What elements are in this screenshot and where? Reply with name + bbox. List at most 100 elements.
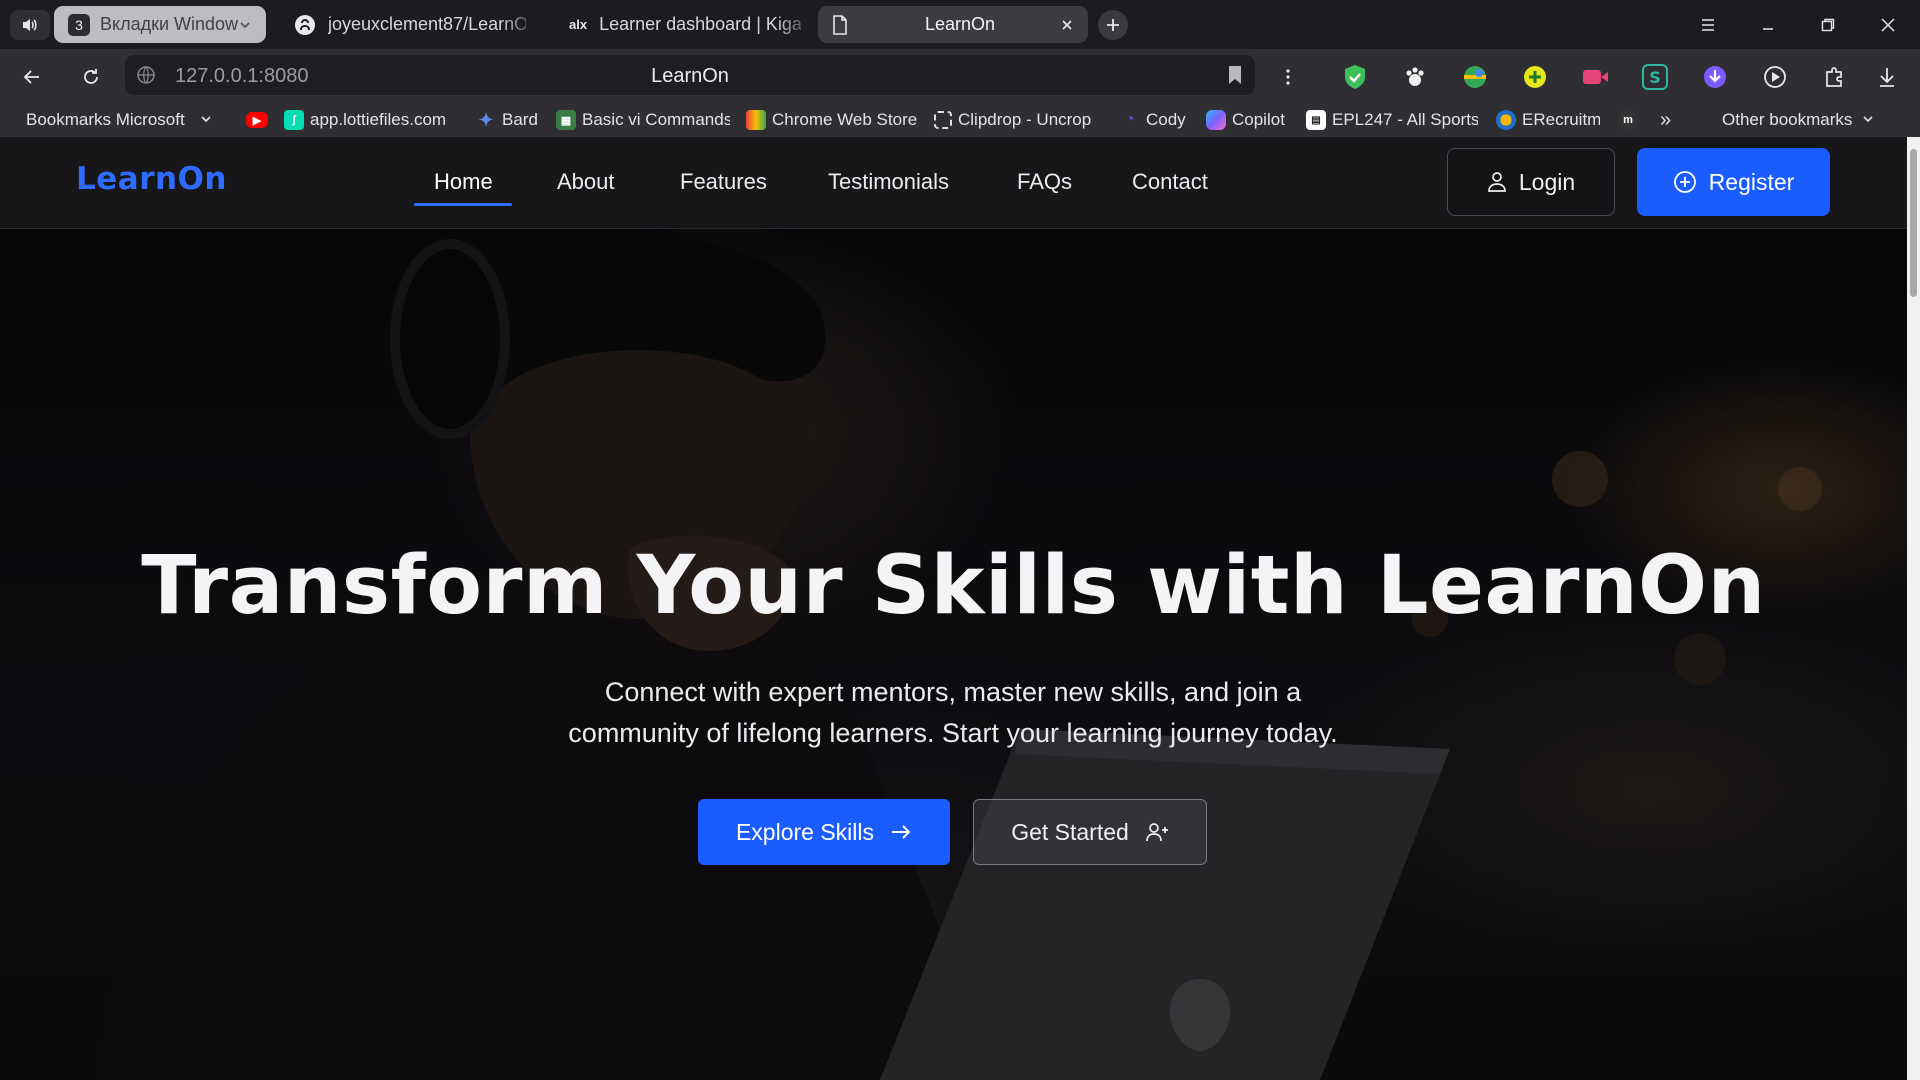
media-extension[interactable] — [1759, 61, 1791, 93]
other-bookmarks-folder[interactable]: Other bookmarks — [1722, 108, 1890, 132]
explore-skills-button[interactable]: Explore Skills — [698, 799, 950, 865]
bookmark-webstore[interactable]: Chrome Web Store — [746, 108, 918, 132]
arrow-right-icon — [892, 825, 911, 839]
more-options-button[interactable] — [1272, 61, 1304, 93]
epl-icon: ▤ — [1306, 110, 1326, 130]
list-icon — [1702, 19, 1714, 31]
video-record-icon — [1583, 70, 1608, 84]
tab-github-label: joyeuxclement87/LearnOn — [328, 14, 526, 34]
download-icon — [1880, 68, 1894, 87]
bookmark-clipdrop[interactable]: Clipdrop - Uncrop — [934, 108, 1104, 132]
browser-toolbar: 127.0.0.1:8080 LearnOn S — [0, 49, 1920, 103]
bookmark-label: ERecruitment — [1522, 110, 1600, 129]
cody-icon: ◔ — [1125, 111, 1135, 128]
clipdrop-icon — [934, 111, 952, 129]
bookmark-erecruitment[interactable]: ERecruitment — [1496, 108, 1600, 132]
bookmark-lottiefiles[interactable]: ∫ app.lottiefiles.com — [284, 108, 460, 132]
svg-text:S: S — [1649, 68, 1661, 87]
tab-audio-button[interactable] — [10, 10, 50, 40]
restore-button[interactable] — [1808, 10, 1848, 40]
shield-extension[interactable] — [1339, 61, 1371, 93]
nav-about[interactable]: About — [557, 169, 615, 195]
new-tab-button[interactable] — [1098, 10, 1128, 40]
m-icon: m — [1618, 110, 1638, 130]
s-extension[interactable]: S — [1639, 61, 1671, 93]
bookmarks-bar: Bookmarks Microsoft ▶ ∫ app.lottiefiles.… — [0, 103, 1920, 137]
close-icon — [1881, 18, 1895, 32]
github-icon — [294, 14, 316, 36]
extensions-button[interactable] — [1819, 61, 1851, 93]
bookmark-label: Bard — [502, 110, 538, 129]
bookmark-icon[interactable] — [1227, 65, 1243, 90]
get-started-label: Get Started — [1011, 818, 1129, 845]
restore-icon — [1821, 18, 1835, 32]
site-logo[interactable]: LearnOn — [76, 161, 227, 197]
copilot-icon — [1206, 110, 1226, 130]
puzzle-icon — [1826, 67, 1842, 87]
nav-features[interactable]: Features — [680, 169, 767, 195]
web-page: LearnOn Home About Features Testimonials… — [0, 137, 1907, 1080]
youtube-icon: ▶ — [246, 112, 268, 128]
nav-contact[interactable]: Contact — [1132, 169, 1208, 195]
plus-circle-icon — [1673, 171, 1696, 193]
register-label: Register — [1708, 168, 1795, 195]
arrow-left-icon — [23, 70, 39, 84]
reload-icon — [84, 69, 98, 84]
plus-circle-extension[interactable] — [1519, 61, 1551, 93]
login-label: Login — [1518, 168, 1576, 195]
nav-active-indicator — [414, 203, 512, 206]
tab-alx-label: Learner dashboard | Kigali — [599, 14, 801, 34]
minimize-button[interactable] — [1748, 10, 1788, 40]
kebab-menu-icon — [1286, 69, 1290, 85]
download-arrow-icon — [1704, 66, 1726, 88]
page-scrollbar[interactable] — [1907, 137, 1920, 1080]
paw-extension[interactable] — [1399, 61, 1431, 93]
nav-home[interactable]: Home — [434, 169, 493, 195]
bookmark-epl247[interactable]: ▤ EPL247 - All Sports — [1306, 108, 1478, 132]
download-helper-extension[interactable] — [1699, 61, 1731, 93]
get-started-button[interactable]: Get Started — [973, 799, 1207, 865]
tab-alx[interactable]: alx Learner dashboard | Kigali — [555, 6, 815, 43]
register-button[interactable]: Register — [1637, 148, 1830, 216]
user-plus-icon — [1145, 823, 1168, 842]
bookmark-copilot[interactable]: Copilot — [1206, 108, 1292, 132]
url-text: 127.0.0.1:8080 — [175, 65, 309, 87]
hero-section: Transform Your Skills with LearnOn Conne… — [0, 229, 1907, 1080]
chevron-down-icon — [1862, 110, 1874, 130]
bookmark-vi-commands[interactable]: ▦ Basic vi Commands — [556, 108, 730, 132]
bookmark-label: EPL247 - All Sports — [1332, 110, 1478, 129]
bookmark-cody[interactable]: ◔ Cody — [1120, 108, 1192, 132]
bookmark-label: Cody — [1146, 110, 1186, 129]
bookmark-bard[interactable]: ✦ Bard — [476, 108, 548, 132]
reload-button[interactable] — [75, 61, 107, 93]
nav-testimonials[interactable]: Testimonials — [828, 169, 949, 195]
bookmark-m[interactable]: m — [1618, 108, 1642, 132]
tab-search-button[interactable] — [1688, 10, 1728, 40]
close-tab-icon[interactable] — [1060, 18, 1074, 32]
hero-subtitle: Connect with expert mentors, master new … — [568, 677, 1338, 748]
tab-strip: 3 Вкладки Window joyeuxclement87/LearnOn… — [0, 0, 1920, 49]
site-info-icon[interactable] — [135, 64, 157, 86]
bookmark-folder-microsoft[interactable]: Bookmarks Microsoft — [26, 108, 221, 132]
tab-learnon[interactable]: LearnOn — [818, 6, 1088, 43]
nav-faqs[interactable]: FAQs — [1017, 169, 1072, 195]
bookmarks-overflow-button[interactable]: » — [1660, 108, 1680, 132]
back-button[interactable] — [16, 61, 48, 93]
bookmark-label: Basic vi Commands — [582, 110, 730, 129]
address-bar[interactable]: 127.0.0.1:8080 LearnOn — [125, 55, 1255, 95]
tab-github[interactable]: joyeuxclement87/LearnOn — [280, 6, 540, 43]
speaker-icon — [23, 19, 37, 31]
explore-skills-label: Explore Skills — [735, 818, 875, 845]
tab-group-windows[interactable]: 3 Вкладки Window — [54, 6, 266, 43]
tab-group-count: 3 — [68, 13, 90, 36]
sparkle-icon: ✦ — [478, 109, 494, 130]
globe-extension[interactable] — [1459, 61, 1491, 93]
close-window-button[interactable] — [1868, 10, 1908, 40]
login-button[interactable]: Login — [1447, 148, 1615, 216]
shield-check-icon — [1345, 65, 1365, 89]
scrollbar-thumb[interactable] — [1910, 149, 1917, 297]
alx-icon: alx — [569, 17, 588, 32]
downloads-button[interactable] — [1871, 61, 1903, 93]
record-extension[interactable] — [1579, 61, 1611, 93]
bookmark-youtube[interactable]: ▶ — [246, 108, 270, 132]
